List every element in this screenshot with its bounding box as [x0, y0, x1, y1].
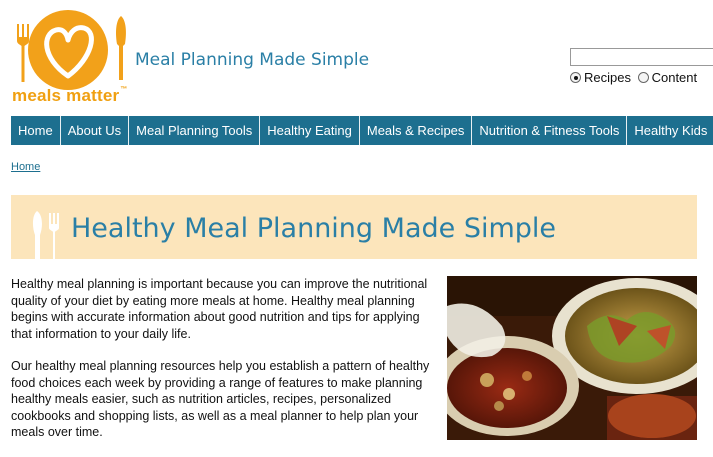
meals-matter-logo[interactable]: meals matter™	[10, 6, 140, 106]
nav-nutrition-fitness-tools[interactable]: Nutrition & Fitness Tools	[472, 116, 628, 145]
main-nav: Home About Us Meal Planning Tools Health…	[11, 116, 713, 145]
nav-healthy-kids[interactable]: Healthy Kids	[627, 116, 713, 145]
heart-icon	[44, 25, 94, 79]
radio-recipes-label: Recipes	[584, 70, 631, 85]
intro-text: Healthy meal planning is important becau…	[11, 276, 436, 457]
radio-recipes[interactable]: Recipes	[570, 70, 631, 85]
logo-wordmark: meals matter™	[12, 86, 128, 106]
food-photo	[447, 276, 697, 440]
meal-dishes-image	[447, 276, 697, 440]
fork-icon	[17, 24, 29, 82]
intro-paragraph-1: Healthy meal planning is important becau…	[11, 277, 428, 341]
logo-text: meals matter	[12, 86, 120, 105]
breadcrumb-home[interactable]: Home	[11, 161, 40, 173]
radio-content-label: Content	[651, 70, 698, 85]
nav-meal-planning-tools[interactable]: Meal Planning Tools	[129, 116, 261, 145]
knife-icon	[116, 16, 126, 80]
site-tagline: Meal Planning Made Simple	[135, 50, 370, 70]
intro-paragraph-2: Our healthy meal planning resources help…	[11, 359, 430, 439]
nav-home[interactable]: Home	[11, 116, 61, 145]
nav-about-us[interactable]: About Us	[61, 116, 130, 145]
logo-circle	[28, 10, 108, 90]
radio-content[interactable]: Content	[637, 70, 698, 85]
radio-content-dot[interactable]	[637, 72, 649, 83]
nav-meals-recipes[interactable]: Meals & Recipes	[360, 116, 473, 145]
logo-trademark: ™	[120, 86, 128, 93]
radio-recipes-dot[interactable]	[570, 72, 581, 83]
search-scope: Recipes Content	[570, 70, 700, 86]
nav-healthy-eating[interactable]: Healthy Eating	[260, 116, 360, 145]
page-banner: Healthy Meal Planning Made Simple	[11, 195, 697, 259]
page-title: Healthy Meal Planning Made Simple	[71, 213, 557, 244]
utensils-icon	[32, 211, 59, 259]
search-input[interactable]	[570, 48, 713, 66]
